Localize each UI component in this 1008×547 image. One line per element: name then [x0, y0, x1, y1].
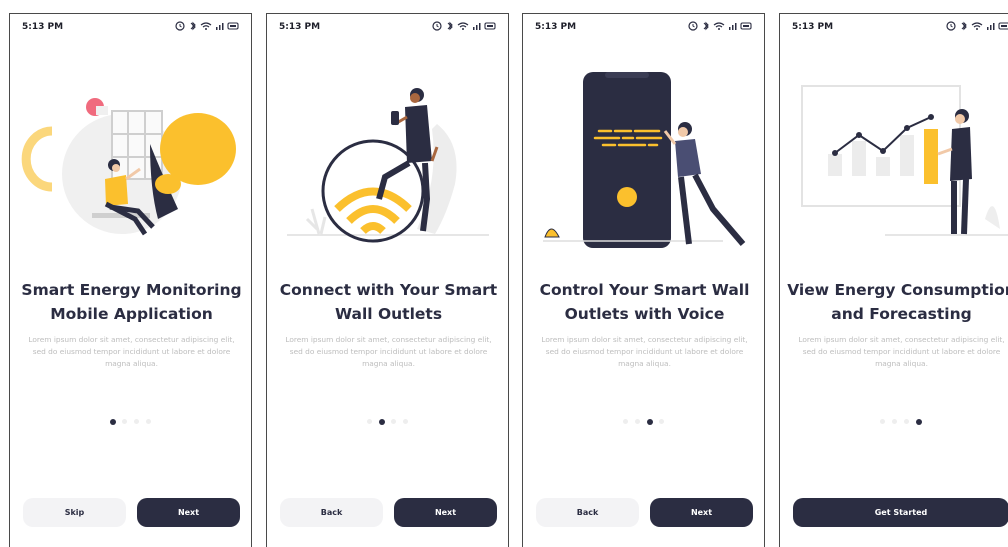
page-dot-4 [146, 419, 151, 424]
wifi-icon [713, 22, 725, 30]
illustration-energy-monitoring [21, 98, 236, 236]
wifi-icon [200, 22, 212, 30]
status-bar: 5:13 PM [780, 14, 1008, 42]
page-dot-2 [122, 419, 127, 424]
page-dot-3-active [647, 418, 653, 425]
onboarding-title: Control Your Smart Wall Outlets with Voi… [539, 281, 750, 323]
page-dot-3 [904, 419, 909, 424]
illustration-voice-control [543, 72, 746, 248]
page-dot-2-active [379, 418, 385, 425]
illustration-energy-forecasting [801, 85, 1008, 236]
status-icons [688, 21, 752, 31]
alarm-icon [946, 21, 956, 31]
onboarding-screen-1: 5:13 PM Smart Energy Monitoring Mobile A… [9, 13, 252, 547]
page-dot-3 [134, 419, 139, 424]
onboarding-title: View Energy Consumption and Forecasting [787, 281, 1008, 323]
page-dot-4-active [916, 418, 922, 425]
illustration-connect-outlets [287, 88, 489, 243]
alarm-icon [175, 21, 185, 31]
battery-icon [227, 22, 239, 30]
page-indicator [367, 418, 427, 427]
page-dot-4 [403, 419, 408, 424]
battery-icon [998, 22, 1008, 30]
signal-icon [473, 23, 481, 30]
battery-icon [484, 22, 496, 30]
signal-icon [729, 23, 737, 30]
status-icons [946, 21, 1008, 31]
next-button[interactable]: Next [137, 498, 240, 527]
page-indicator [880, 418, 940, 427]
alarm-icon [688, 21, 698, 31]
next-button[interactable]: Next [650, 498, 753, 527]
onboarding-description: Lorem ipsum dolor sit amet, consectetur … [798, 335, 1005, 368]
onboarding-title: Smart Energy Monitoring Mobile Applicati… [21, 281, 242, 323]
page-dot-2 [635, 419, 640, 424]
status-time: 5:13 PM [792, 22, 834, 32]
onboarding-description: Lorem ipsum dolor sit amet, consectetur … [28, 335, 235, 368]
page-dot-1 [367, 419, 372, 424]
status-bar: 5:13 PM [523, 14, 764, 42]
status-time: 5:13 PM [279, 22, 321, 32]
wifi-icon [971, 22, 983, 30]
status-time: 5:13 PM [535, 22, 577, 32]
bluetooth-icon [190, 21, 196, 31]
bluetooth-icon [703, 21, 709, 31]
onboarding-screen-4: 5:13 PM View Energy Consumption and Fore… [779, 13, 1008, 547]
alarm-icon [432, 21, 442, 31]
bluetooth-icon [961, 21, 967, 31]
status-icons [432, 21, 496, 31]
onboarding-screen-3: 5:13 PM Control Your Smart Wall Outlets … [522, 13, 765, 547]
page-dot-1 [880, 419, 885, 424]
page-indicator [110, 418, 170, 427]
signal-icon [216, 23, 224, 30]
battery-icon [740, 22, 752, 30]
wifi-icon [457, 22, 469, 30]
page-dot-1 [623, 419, 628, 424]
bluetooth-icon [447, 21, 453, 31]
page-indicator [623, 418, 683, 427]
next-button[interactable]: Next [394, 498, 497, 527]
status-bar: 5:13 PM [267, 14, 508, 42]
status-time: 5:13 PM [22, 22, 64, 32]
back-button[interactable]: Back [280, 498, 383, 527]
page-dot-2 [892, 419, 897, 424]
back-button[interactable]: Back [536, 498, 639, 527]
onboarding-description: Lorem ipsum dolor sit amet, consectetur … [285, 335, 492, 368]
onboarding-title: Connect with Your Smart Wall Outlets [279, 281, 498, 323]
signal-icon [987, 23, 995, 30]
status-icons [175, 21, 239, 31]
status-bar: 5:13 PM [10, 14, 251, 42]
onboarding-description: Lorem ipsum dolor sit amet, consectetur … [541, 335, 748, 368]
page-dot-1-active [110, 418, 116, 425]
get-started-button[interactable]: Get Started [793, 498, 1008, 527]
page-dot-4 [659, 419, 664, 424]
page-dot-3 [391, 419, 396, 424]
skip-button[interactable]: Skip [23, 498, 126, 527]
onboarding-screen-2: 5:13 PM Connect with Your Smart Wall Out… [266, 13, 509, 547]
